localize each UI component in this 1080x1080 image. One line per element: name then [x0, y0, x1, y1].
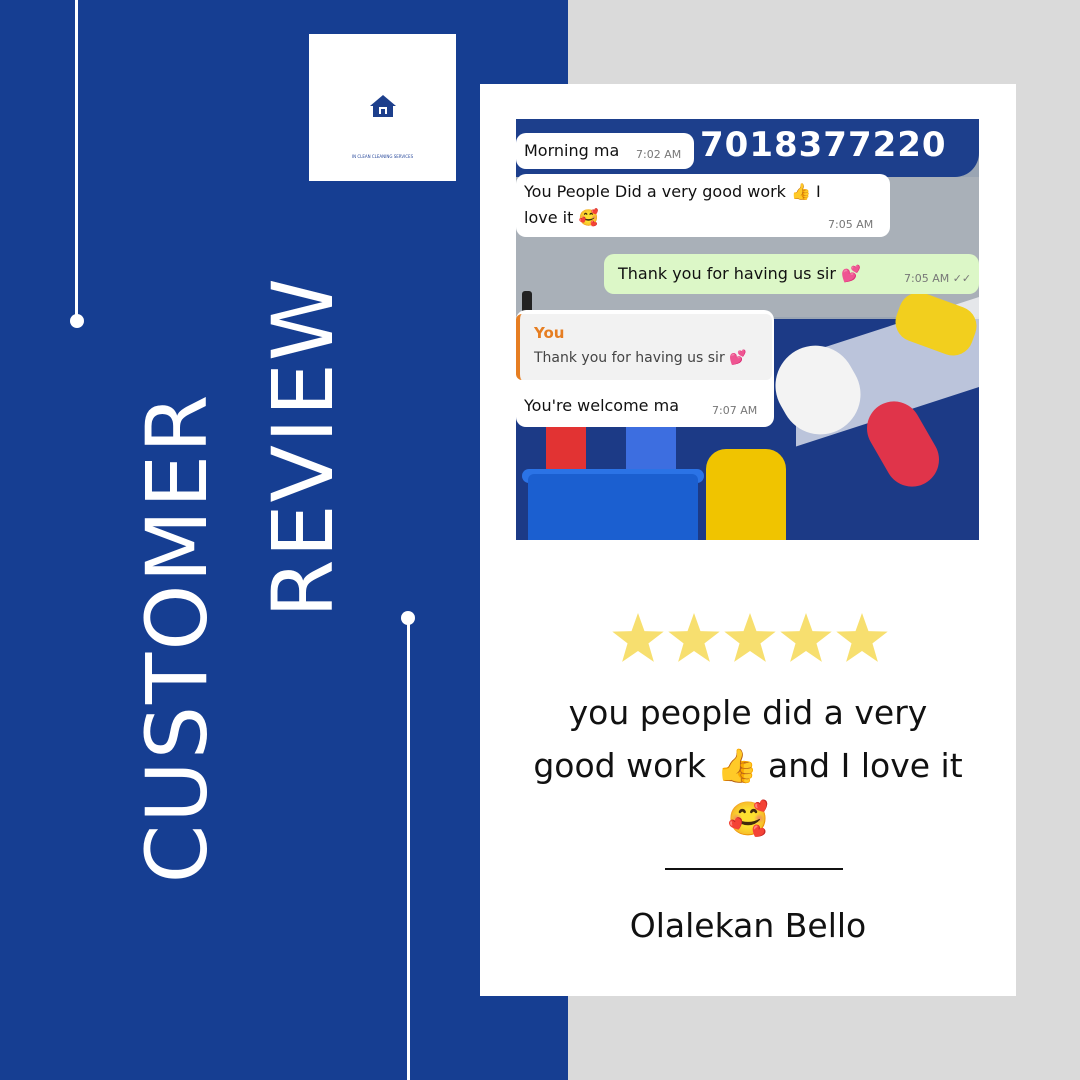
message-text: Thank you for having us sir 💕: [618, 264, 861, 283]
message-bubble-reply: You Thank you for having us sir 💕 You're…: [516, 310, 774, 427]
reviewer-name: Olalekan Bello: [629, 906, 867, 945]
message-time: 7:07 AM: [712, 404, 758, 417]
cloth-image: [706, 449, 786, 540]
star-icon: [836, 613, 888, 662]
star-icon: [668, 613, 720, 662]
review-line: you people did a very: [568, 693, 928, 732]
star-rating: [610, 610, 890, 666]
decorative-line-bottom: [407, 617, 410, 1080]
message-bubble: Morning ma 7:02 AM: [516, 133, 694, 169]
heading-review: REVIEW: [254, 276, 352, 618]
divider: [665, 868, 843, 870]
message-text-cont: love it 🥰: [524, 208, 599, 227]
heading-customer: CUSTOMER: [128, 392, 226, 884]
review-line: good work 👍 and I love it: [533, 746, 963, 785]
message-bubble-sent: Thank you for having us sir 💕 7:05 AM ✓✓: [604, 254, 979, 294]
review-text: you people did a very good work 👍 and I …: [492, 686, 1004, 845]
star-icon: [612, 613, 664, 662]
quoted-text: Thank you for having us sir 💕: [534, 350, 747, 366]
review-line: 🥰: [727, 799, 769, 838]
message-time: 7:02 AM: [636, 148, 682, 161]
logo: IN CLEAN CLEANING SERVICES: [309, 34, 456, 181]
message-time: 7:05 AM ✓✓: [904, 272, 972, 285]
decorative-dot-top: [70, 314, 84, 328]
banner-phone: 7018377220: [700, 125, 947, 165]
decorative-line-top: [75, 0, 78, 322]
logo-caption: IN CLEAN CLEANING SERVICES: [351, 154, 414, 159]
quoted-sender: You: [534, 324, 565, 342]
review-card: 7018377220 Morning ma 7:02 AM You People…: [480, 84, 1016, 996]
stars-graphic: [612, 613, 888, 662]
star-icon: [724, 613, 776, 662]
bucket-image: [528, 474, 698, 540]
star-icon: [780, 613, 832, 662]
house-icon: [370, 95, 396, 117]
decorative-dot-bottom: [401, 611, 415, 625]
chat-screenshot: 7018377220 Morning ma 7:02 AM You People…: [516, 119, 979, 540]
message-bubble: You People Did a very good work 👍 I love…: [516, 174, 890, 237]
message-text: You're welcome ma: [524, 396, 679, 415]
message-text: You People Did a very good work 👍 I: [524, 182, 821, 201]
message-text: Morning ma: [524, 141, 620, 160]
message-time: 7:05 AM: [828, 218, 874, 231]
quoted-message: You Thank you for having us sir 💕: [516, 314, 772, 380]
